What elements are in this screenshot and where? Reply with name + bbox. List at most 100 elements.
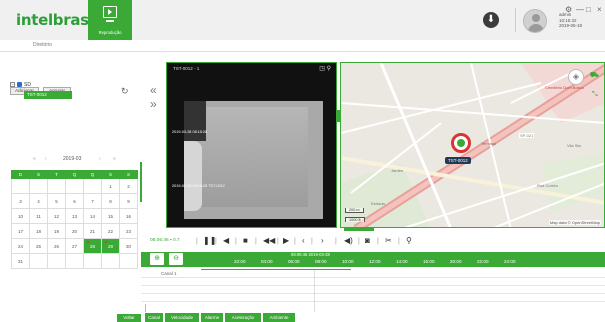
zoom-in-icon[interactable]: ⊕ bbox=[150, 253, 164, 265]
stop-icon[interactable]: ■ bbox=[243, 236, 248, 246]
minimize-icon[interactable]: — bbox=[576, 5, 584, 14]
calendar-header: « ‹ 2019-03 › » bbox=[11, 154, 137, 165]
breadcrumb-bar: Diretório bbox=[0, 40, 605, 52]
fast-forward-icon[interactable]: ▶ bbox=[283, 236, 289, 246]
map-label: SP-021 bbox=[519, 133, 535, 138]
calendar-day[interactable]: 19 bbox=[47, 223, 66, 239]
map-view[interactable]: Cemitério Dom Bosco SP-021 Terminal Rua … bbox=[340, 62, 605, 228]
next-month-icon[interactable]: › bbox=[99, 156, 101, 162]
app-window: intelbras Reprodução ⬇ admin 10:15:32 20… bbox=[0, 0, 605, 322]
calendar-day[interactable]: 25 bbox=[29, 238, 48, 254]
calendar-day[interactable]: 23 bbox=[119, 223, 138, 239]
calendar-day[interactable]: 21 bbox=[83, 223, 102, 239]
calendar-day[interactable]: 26 bbox=[47, 238, 66, 254]
calendar-day[interactable]: 16 bbox=[119, 208, 138, 224]
fullscreen-icon[interactable]: ◳ bbox=[319, 66, 325, 72]
calendar-weekday: S bbox=[29, 170, 48, 179]
calendar-scrollbar[interactable] bbox=[140, 162, 142, 202]
calendar-day[interactable]: 22 bbox=[101, 223, 120, 239]
maximize-icon[interactable]: □ bbox=[586, 5, 591, 14]
calendar-day[interactable]: 18 bbox=[29, 223, 48, 239]
prev-year-icon[interactable]: « bbox=[33, 156, 36, 162]
layers-icon[interactable]: ◈ bbox=[568, 69, 584, 85]
calendar-day[interactable]: 7 bbox=[83, 193, 102, 209]
tab-velocidade[interactable]: Velocidade bbox=[165, 313, 199, 322]
calendar-day[interactable]: 20 bbox=[65, 223, 84, 239]
snapshot-icon[interactable]: ◙ bbox=[365, 236, 370, 246]
frame-back-icon[interactable]: ◀ bbox=[223, 236, 229, 246]
calendar-day[interactable]: 28 bbox=[83, 238, 102, 254]
timeline-tick: 10:00 bbox=[342, 259, 354, 264]
nav-tab-playback[interactable]: Reprodução bbox=[88, 0, 132, 40]
volume-icon[interactable]: ◀) bbox=[344, 236, 353, 246]
next-year-icon[interactable]: » bbox=[113, 156, 116, 162]
recording-dot bbox=[87, 241, 89, 243]
calendar-day[interactable]: 1 bbox=[101, 178, 120, 194]
calendar-day[interactable]: 15 bbox=[101, 208, 120, 224]
calendar-weekday: T bbox=[47, 170, 66, 179]
playback-time: 08:06:46 ▪ 0.7 bbox=[150, 238, 180, 243]
close-icon[interactable]: × bbox=[597, 5, 602, 14]
collapse-panel-icon[interactable]: « bbox=[150, 84, 157, 96]
timeline-tracks[interactable]: Canal 1 bbox=[141, 270, 605, 312]
calendar-day[interactable]: 9 bbox=[119, 193, 138, 209]
calendar-day[interactable]: 17 bbox=[11, 223, 30, 239]
calendar-day[interactable]: 3 bbox=[11, 193, 30, 209]
next-icon[interactable]: › bbox=[321, 236, 324, 246]
settings-icon[interactable]: ⚙ bbox=[565, 5, 572, 14]
calendar-day[interactable]: 8 bbox=[101, 193, 120, 209]
calendar-day[interactable]: 11 bbox=[29, 208, 48, 224]
timeline-tick: 12:00 bbox=[369, 259, 381, 264]
calendar-day[interactable]: 24 bbox=[11, 238, 30, 254]
zoom-out-icon[interactable]: ⊖ bbox=[169, 253, 183, 265]
calendar-day[interactable]: 27 bbox=[65, 238, 84, 254]
vehicle-marker-icon[interactable] bbox=[451, 133, 471, 153]
calendar-day[interactable]: 29 bbox=[101, 238, 120, 254]
prev-month-icon[interactable]: ‹ bbox=[45, 156, 47, 162]
video-player[interactable]: TST-0012 - 1 ◳ ⚲ 2019-03-28 08:15:28 201… bbox=[166, 62, 337, 228]
calendar-day[interactable]: 2 bbox=[119, 178, 138, 194]
clip-icon[interactable]: ✂ bbox=[385, 236, 392, 246]
rewind-icon[interactable]: ◀◀ bbox=[263, 236, 275, 246]
tab-aceleracao[interactable]: Aceleração bbox=[225, 313, 261, 322]
back-button[interactable]: Voltar bbox=[117, 314, 141, 322]
calendar-day bbox=[29, 178, 48, 194]
timeline-tick: 14:00 bbox=[396, 259, 408, 264]
download-icon[interactable]: ⬇ bbox=[483, 12, 499, 28]
avatar[interactable] bbox=[523, 9, 547, 33]
refresh-icon[interactable]: ↻ bbox=[121, 87, 129, 96]
zoom-icon[interactable]: ⚲ bbox=[327, 66, 331, 72]
map-attribution[interactable]: Map data © OpenStreetMap bbox=[548, 220, 601, 225]
timeline-cursor[interactable] bbox=[314, 270, 315, 312]
calendar-day[interactable]: 6 bbox=[65, 193, 84, 209]
vehicle-follow-icon[interactable]: ⛟ bbox=[590, 71, 599, 80]
search-person-icon[interactable]: ⚲ bbox=[406, 236, 412, 246]
calendar-day[interactable]: 10 bbox=[11, 208, 30, 224]
tree-root[interactable]: − SD bbox=[10, 82, 31, 88]
calendar-day[interactable]: 13 bbox=[65, 208, 84, 224]
calendar-day[interactable]: 5 bbox=[47, 193, 66, 209]
calendar-day bbox=[47, 178, 66, 194]
calendar-day[interactable]: 12 bbox=[47, 208, 66, 224]
tab-ambiente[interactable]: Ambiente bbox=[263, 313, 295, 322]
timeline-tick: 20:00 bbox=[450, 259, 462, 264]
calendar-day[interactable]: 4 bbox=[29, 193, 48, 209]
video-osd-top: 2019-03-28 08:15:28 bbox=[172, 130, 208, 134]
map-resize-handle[interactable] bbox=[344, 228, 374, 231]
collapse-icon[interactable]: − bbox=[10, 82, 15, 88]
expand-icon[interactable]: ⤡ bbox=[592, 91, 598, 99]
prev-icon[interactable]: ‹ bbox=[302, 236, 305, 246]
tab-alarme[interactable]: Alarme bbox=[201, 313, 223, 322]
calendar-day[interactable]: 31 bbox=[11, 253, 30, 269]
breadcrumb[interactable]: Diretório bbox=[33, 42, 52, 48]
calendar-day[interactable]: 14 bbox=[83, 208, 102, 224]
tree-item-device[interactable]: TST-0012 bbox=[24, 91, 72, 99]
recording-dot bbox=[105, 241, 107, 243]
calendar-weekday: D bbox=[11, 170, 30, 179]
calendar-grid: DSTQQSS 1 2 3 4 5 6 7 8 9 10 11 12 13 14 15 16 17 18 19 20 2… bbox=[11, 170, 138, 269]
calendar-day bbox=[11, 178, 30, 194]
tab-canal[interactable]: Canal bbox=[145, 313, 163, 322]
expand-panel-icon[interactable]: » bbox=[150, 98, 157, 110]
map-label: Estrada bbox=[371, 201, 385, 206]
calendar-day[interactable]: 30 bbox=[119, 238, 138, 254]
